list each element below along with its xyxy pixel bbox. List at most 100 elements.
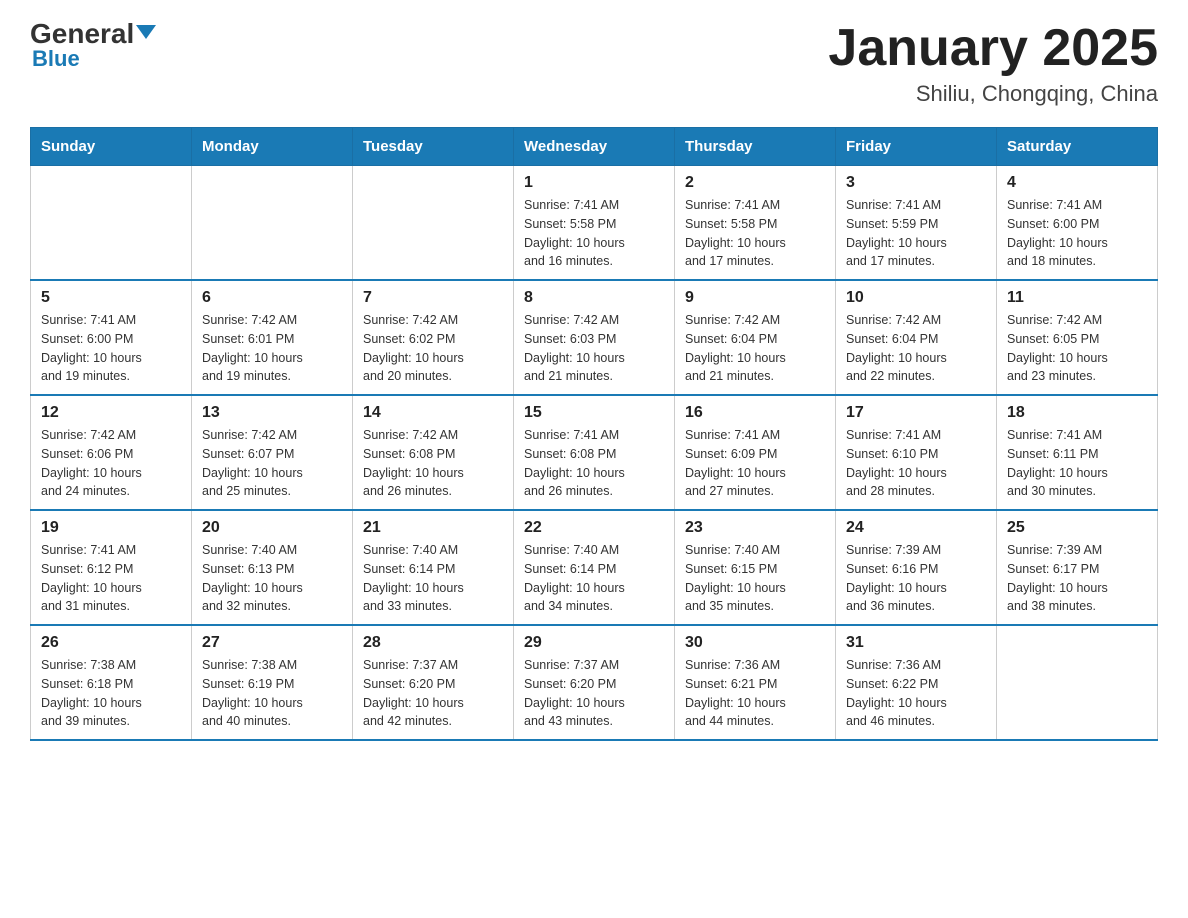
cell-sun-info: Sunrise: 7:42 AM Sunset: 6:02 PM Dayligh… [363, 311, 503, 386]
calendar-cell: 6 Sunrise: 7:42 AM Sunset: 6:01 PM Daylig… [192, 280, 353, 395]
cell-day-number: 9 [685, 289, 825, 307]
calendar-cell: 22 Sunrise: 7:40 AM Sunset: 6:14 PM Dayli… [514, 510, 675, 625]
cell-day-number: 27 [202, 634, 342, 652]
page-header: General Blue January 2025 Shiliu, Chongq… [30, 20, 1158, 107]
cell-sun-info: Sunrise: 7:37 AM Sunset: 6:20 PM Dayligh… [524, 656, 664, 731]
cell-day-number: 12 [41, 404, 181, 422]
calendar-day-header: Friday [836, 128, 997, 166]
calendar-week-row: 19Sunrise: 7:41 AM Sunset: 6:12 PM Dayli… [31, 510, 1158, 625]
cell-day-number: 8 [524, 289, 664, 307]
cell-day-number: 10 [846, 289, 986, 307]
calendar-day-header: Tuesday [353, 128, 514, 166]
cell-sun-info: Sunrise: 7:40 AM Sunset: 6:15 PM Dayligh… [685, 541, 825, 616]
calendar-cell [192, 166, 353, 281]
calendar-day-header: Sunday [31, 128, 192, 166]
cell-sun-info: Sunrise: 7:42 AM Sunset: 6:06 PM Dayligh… [41, 426, 181, 501]
calendar-cell: 1 Sunrise: 7:41 AM Sunset: 5:58 PM Daylig… [514, 166, 675, 281]
cell-sun-info: Sunrise: 7:42 AM Sunset: 6:03 PM Dayligh… [524, 311, 664, 386]
calendar-day-header: Thursday [675, 128, 836, 166]
cell-sun-info: Sunrise: 7:41 AM Sunset: 6:00 PM Dayligh… [41, 311, 181, 386]
cell-sun-info: Sunrise: 7:42 AM Sunset: 6:07 PM Dayligh… [202, 426, 342, 501]
cell-day-number: 13 [202, 404, 342, 422]
cell-sun-info: Sunrise: 7:36 AM Sunset: 6:21 PM Dayligh… [685, 656, 825, 731]
calendar-cell: 2 Sunrise: 7:41 AM Sunset: 5:58 PM Daylig… [675, 166, 836, 281]
cell-sun-info: Sunrise: 7:40 AM Sunset: 6:14 PM Dayligh… [524, 541, 664, 616]
calendar-table: SundayMondayTuesdayWednesdayThursdayFrid… [30, 127, 1158, 741]
calendar-cell [31, 166, 192, 281]
cell-day-number: 11 [1007, 289, 1147, 307]
calendar-cell: 23 Sunrise: 7:40 AM Sunset: 6:15 PM Dayli… [675, 510, 836, 625]
logo: General Blue [30, 20, 156, 72]
cell-sun-info: Sunrise: 7:41 AM Sunset: 5:58 PM Dayligh… [524, 196, 664, 271]
cell-day-number: 26 [41, 634, 181, 652]
cell-day-number: 3 [846, 174, 986, 192]
cell-sun-info: Sunrise: 7:41 AM Sunset: 6:09 PM Dayligh… [685, 426, 825, 501]
cell-sun-info: Sunrise: 7:37 AM Sunset: 6:20 PM Dayligh… [363, 656, 503, 731]
cell-sun-info: Sunrise: 7:41 AM Sunset: 5:59 PM Dayligh… [846, 196, 986, 271]
calendar-cell: 8 Sunrise: 7:42 AM Sunset: 6:03 PM Daylig… [514, 280, 675, 395]
calendar-cell: 11 Sunrise: 7:42 AM Sunset: 6:05 PM Dayli… [997, 280, 1158, 395]
cell-day-number: 5 [41, 289, 181, 307]
cell-sun-info: Sunrise: 7:41 AM Sunset: 6:10 PM Dayligh… [846, 426, 986, 501]
calendar-cell: 28 Sunrise: 7:37 AM Sunset: 6:20 PM Dayli… [353, 625, 514, 740]
cell-day-number: 6 [202, 289, 342, 307]
cell-sun-info: Sunrise: 7:36 AM Sunset: 6:22 PM Dayligh… [846, 656, 986, 731]
page-title: January 2025 [828, 20, 1158, 77]
calendar-cell: 15Sunrise: 7:41 AM Sunset: 6:08 PM Dayli… [514, 395, 675, 510]
calendar-cell: 19Sunrise: 7:41 AM Sunset: 6:12 PM Dayli… [31, 510, 192, 625]
calendar-cell: 16 Sunrise: 7:41 AM Sunset: 6:09 PM Dayli… [675, 395, 836, 510]
logo-blue-text: Blue [32, 46, 80, 72]
calendar-week-row: 1 Sunrise: 7:41 AM Sunset: 5:58 PM Daylig… [31, 166, 1158, 281]
cell-sun-info: Sunrise: 7:42 AM Sunset: 6:04 PM Dayligh… [846, 311, 986, 386]
cell-day-number: 24 [846, 519, 986, 537]
cell-day-number: 29 [524, 634, 664, 652]
cell-day-number: 25 [1007, 519, 1147, 537]
cell-day-number: 1 [524, 174, 664, 192]
cell-day-number: 20 [202, 519, 342, 537]
calendar-cell: 14 Sunrise: 7:42 AM Sunset: 6:08 PM Dayli… [353, 395, 514, 510]
cell-sun-info: Sunrise: 7:39 AM Sunset: 6:16 PM Dayligh… [846, 541, 986, 616]
calendar-week-row: 5 Sunrise: 7:41 AM Sunset: 6:00 PM Daylig… [31, 280, 1158, 395]
cell-day-number: 21 [363, 519, 503, 537]
calendar-cell: 10 Sunrise: 7:42 AM Sunset: 6:04 PM Dayli… [836, 280, 997, 395]
calendar-cell: 4 Sunrise: 7:41 AM Sunset: 6:00 PM Daylig… [997, 166, 1158, 281]
cell-day-number: 2 [685, 174, 825, 192]
calendar-body: 1 Sunrise: 7:41 AM Sunset: 5:58 PM Daylig… [31, 166, 1158, 741]
calendar-day-header: Saturday [997, 128, 1158, 166]
logo-arrow-icon [136, 25, 156, 39]
cell-sun-info: Sunrise: 7:41 AM Sunset: 6:00 PM Dayligh… [1007, 196, 1147, 271]
cell-sun-info: Sunrise: 7:42 AM Sunset: 6:05 PM Dayligh… [1007, 311, 1147, 386]
calendar-cell: 30Sunrise: 7:36 AM Sunset: 6:21 PM Dayli… [675, 625, 836, 740]
cell-sun-info: Sunrise: 7:40 AM Sunset: 6:13 PM Dayligh… [202, 541, 342, 616]
calendar-cell: 29 Sunrise: 7:37 AM Sunset: 6:20 PM Dayli… [514, 625, 675, 740]
calendar-header: SundayMondayTuesdayWednesdayThursdayFrid… [31, 128, 1158, 166]
cell-sun-info: Sunrise: 7:41 AM Sunset: 5:58 PM Dayligh… [685, 196, 825, 271]
cell-day-number: 28 [363, 634, 503, 652]
calendar-cell: 3 Sunrise: 7:41 AM Sunset: 5:59 PM Daylig… [836, 166, 997, 281]
cell-sun-info: Sunrise: 7:38 AM Sunset: 6:18 PM Dayligh… [41, 656, 181, 731]
cell-sun-info: Sunrise: 7:42 AM Sunset: 6:08 PM Dayligh… [363, 426, 503, 501]
calendar-cell: 24 Sunrise: 7:39 AM Sunset: 6:16 PM Dayli… [836, 510, 997, 625]
calendar-cell: 17 Sunrise: 7:41 AM Sunset: 6:10 PM Dayli… [836, 395, 997, 510]
calendar-week-row: 26 Sunrise: 7:38 AM Sunset: 6:18 PM Dayli… [31, 625, 1158, 740]
calendar-week-row: 12 Sunrise: 7:42 AM Sunset: 6:06 PM Dayli… [31, 395, 1158, 510]
cell-day-number: 16 [685, 404, 825, 422]
calendar-cell: 25 Sunrise: 7:39 AM Sunset: 6:17 PM Dayli… [997, 510, 1158, 625]
cell-day-number: 7 [363, 289, 503, 307]
cell-day-number: 17 [846, 404, 986, 422]
cell-day-number: 23 [685, 519, 825, 537]
calendar-day-header: Monday [192, 128, 353, 166]
cell-sun-info: Sunrise: 7:42 AM Sunset: 6:01 PM Dayligh… [202, 311, 342, 386]
cell-sun-info: Sunrise: 7:41 AM Sunset: 6:12 PM Dayligh… [41, 541, 181, 616]
cell-day-number: 4 [1007, 174, 1147, 192]
cell-day-number: 22 [524, 519, 664, 537]
calendar-cell: 12 Sunrise: 7:42 AM Sunset: 6:06 PM Dayli… [31, 395, 192, 510]
calendar-cell: 20 Sunrise: 7:40 AM Sunset: 6:13 PM Dayli… [192, 510, 353, 625]
cell-sun-info: Sunrise: 7:39 AM Sunset: 6:17 PM Dayligh… [1007, 541, 1147, 616]
cell-sun-info: Sunrise: 7:41 AM Sunset: 6:11 PM Dayligh… [1007, 426, 1147, 501]
calendar-cell [997, 625, 1158, 740]
cell-day-number: 15 [524, 404, 664, 422]
cell-day-number: 14 [363, 404, 503, 422]
calendar-cell: 5 Sunrise: 7:41 AM Sunset: 6:00 PM Daylig… [31, 280, 192, 395]
cell-day-number: 31 [846, 634, 986, 652]
